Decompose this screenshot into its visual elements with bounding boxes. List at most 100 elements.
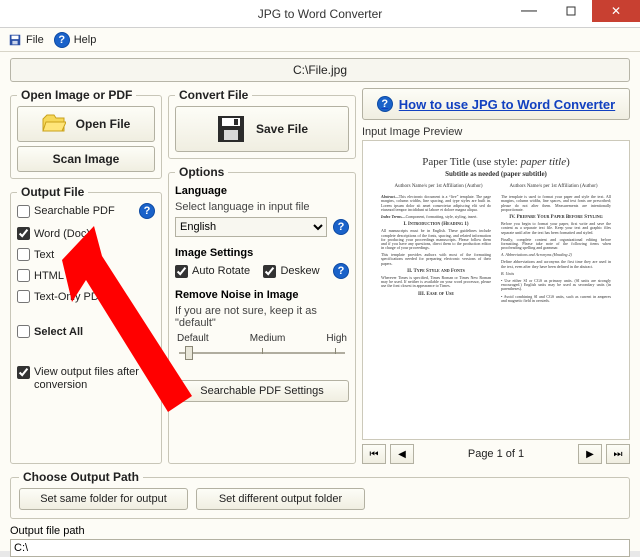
checkbox-html-input[interactable] xyxy=(17,269,30,282)
checkbox-html-label: HTML xyxy=(34,270,64,282)
noise-slider-thumb[interactable] xyxy=(185,346,193,360)
set-different-folder-button[interactable]: Set different output folder xyxy=(196,488,365,510)
open-image-group: Open Image or PDF Open File Scan Image xyxy=(10,88,162,179)
preview-author-2: Authors Name/s per 1st Affiliation (Auth… xyxy=(509,184,597,189)
output-file-title: Output File xyxy=(17,185,88,199)
language-select[interactable]: English xyxy=(175,217,327,237)
help-icon[interactable]: ? xyxy=(139,203,155,219)
current-file-path: C:\File.jpg xyxy=(10,58,630,82)
window-controls: — ✕ xyxy=(508,0,640,22)
last-icon: ⏭ xyxy=(614,449,623,460)
checkbox-searchable-pdf[interactable]: Searchable PDF xyxy=(17,205,115,218)
checkbox-text-only-pdf[interactable]: Text-Only PDF xyxy=(17,290,155,303)
pager-first-button[interactable]: ⏮ xyxy=(362,444,386,464)
close-button[interactable]: ✕ xyxy=(592,0,640,22)
checkbox-view-after[interactable]: View output files after conversion xyxy=(17,366,155,391)
checkbox-html[interactable]: HTML xyxy=(17,269,155,282)
noise-slider-track[interactable] xyxy=(175,344,349,362)
howto-link[interactable]: ? How to use JPG to Word Converter xyxy=(362,88,630,120)
noise-slider[interactable]: Default Medium High xyxy=(175,333,349,362)
pager-label: Page 1 of 1 xyxy=(418,448,574,460)
preview-authors: Authors Name/s per 1st Affiliation (Auth… xyxy=(381,184,611,189)
searchable-pdf-settings-button[interactable]: Searchable PDF Settings xyxy=(175,380,349,402)
checkbox-view-after-label: View output files after conversion xyxy=(34,366,144,391)
help-icon[interactable]: ? xyxy=(333,263,349,279)
checkbox-text-only-pdf-label: Text-Only PDF xyxy=(34,291,106,303)
menu-help[interactable]: ? Help xyxy=(54,32,97,48)
checkbox-deskew[interactable]: Deskew xyxy=(263,265,319,278)
checkbox-view-after-input[interactable] xyxy=(17,366,30,379)
menu-help-label: Help xyxy=(74,34,97,46)
save-file-label: Save File xyxy=(256,122,308,136)
pager-last-button[interactable]: ⏭ xyxy=(606,444,630,464)
preview-page: Paper Title (use style: paper title) Sub… xyxy=(371,149,621,431)
help-icon[interactable]: ? xyxy=(333,219,349,235)
language-label: Language xyxy=(175,185,349,197)
title-bar: JPG to Word Converter — ✕ xyxy=(0,0,640,28)
output-file-group: Output File Searchable PDF ? Word (Doc) xyxy=(10,185,162,464)
checkbox-deskew-input[interactable] xyxy=(263,265,276,278)
scan-image-label: Scan Image xyxy=(53,152,120,166)
checkbox-text-only-pdf-input[interactable] xyxy=(17,290,30,303)
menu-file-label: File xyxy=(26,34,44,46)
pager-prev-button[interactable]: ◀ xyxy=(390,444,414,464)
searchable-pdf-settings-label: Searchable PDF Settings xyxy=(200,385,324,397)
save-icon xyxy=(8,33,22,47)
minimize-button[interactable]: — xyxy=(508,0,550,22)
checkbox-word[interactable]: Word (Doc) xyxy=(17,227,155,240)
checkbox-text-label: Text xyxy=(34,249,54,261)
checkbox-auto-rotate[interactable]: Auto Rotate xyxy=(175,265,250,278)
checkbox-text-input[interactable] xyxy=(17,248,30,261)
checkbox-select-all-input[interactable] xyxy=(17,325,30,338)
preview-box: Paper Title (use style: paper title) Sub… xyxy=(362,140,630,440)
noise-label: Remove Noise in Image xyxy=(175,289,349,301)
noise-slider-labels: Default Medium High xyxy=(175,333,349,344)
noise-tick-default: Default xyxy=(177,333,209,344)
preview-author-1: Authors Name/s per 1st Affiliation (Auth… xyxy=(394,184,482,189)
convert-file-group: Convert File Save File xyxy=(168,88,356,159)
checkbox-auto-rotate-label: Auto Rotate xyxy=(192,265,250,277)
checkbox-select-all[interactable]: Select All xyxy=(17,325,155,338)
options-group: Options Language Select language in inpu… xyxy=(168,165,356,464)
checkbox-select-all-label: Select All xyxy=(34,326,83,338)
noise-hint: If you are not sure, keep it as "default… xyxy=(175,305,349,329)
help-icon: ? xyxy=(377,96,393,112)
choose-output-path-group: Choose Output Path Set same folder for o… xyxy=(10,470,630,519)
choose-output-path-title: Choose Output Path xyxy=(19,470,143,484)
output-file-path-label: Output file path xyxy=(10,525,630,537)
options-title: Options xyxy=(175,165,228,179)
noise-tick-medium: Medium xyxy=(250,333,286,344)
scan-image-button[interactable]: Scan Image xyxy=(17,146,155,172)
help-icon: ? xyxy=(54,32,70,48)
pager: ⏮ ◀ Page 1 of 1 ▶ ⏭ xyxy=(362,444,630,464)
output-file-path-group: Output file path xyxy=(10,525,630,557)
output-file-path-input[interactable] xyxy=(10,539,630,557)
convert-file-title: Convert File xyxy=(175,88,252,102)
set-same-folder-button[interactable]: Set same folder for output xyxy=(19,488,188,510)
prev-icon: ◀ xyxy=(398,449,406,460)
floppy-save-icon xyxy=(216,114,246,144)
checkbox-auto-rotate-input[interactable] xyxy=(175,265,188,278)
open-file-label: Open File xyxy=(76,117,131,131)
checkbox-word-input[interactable] xyxy=(17,227,30,240)
pager-next-button[interactable]: ▶ xyxy=(578,444,602,464)
howto-label: How to use JPG to Word Converter xyxy=(399,97,615,112)
menu-file[interactable]: File xyxy=(8,33,44,47)
preview-group: Input Image Preview Paper Title (use sty… xyxy=(362,126,630,464)
client-area: C:\File.jpg Open Image or PDF Open File … xyxy=(0,52,640,551)
set-same-folder-label: Set same folder for output xyxy=(40,493,167,505)
maximize-button[interactable] xyxy=(550,0,592,22)
checkbox-word-label: Word (Doc) xyxy=(34,228,90,240)
menu-bar: File ? Help xyxy=(0,28,640,52)
first-icon: ⏮ xyxy=(370,449,379,460)
language-hint: Select language in input file xyxy=(175,201,349,213)
preview-subtitle: Subtitle as needed (paper subtitle) xyxy=(381,171,611,178)
save-file-button[interactable]: Save File xyxy=(175,106,349,152)
folder-open-icon xyxy=(42,113,66,135)
open-file-button[interactable]: Open File xyxy=(17,106,155,142)
set-different-folder-label: Set different output folder xyxy=(219,493,342,505)
checkbox-text[interactable]: Text xyxy=(17,248,155,261)
next-icon: ▶ xyxy=(586,449,594,460)
checkbox-searchable-pdf-input[interactable] xyxy=(17,205,30,218)
preview-title: Paper Title (use style: paper title) xyxy=(381,157,611,169)
